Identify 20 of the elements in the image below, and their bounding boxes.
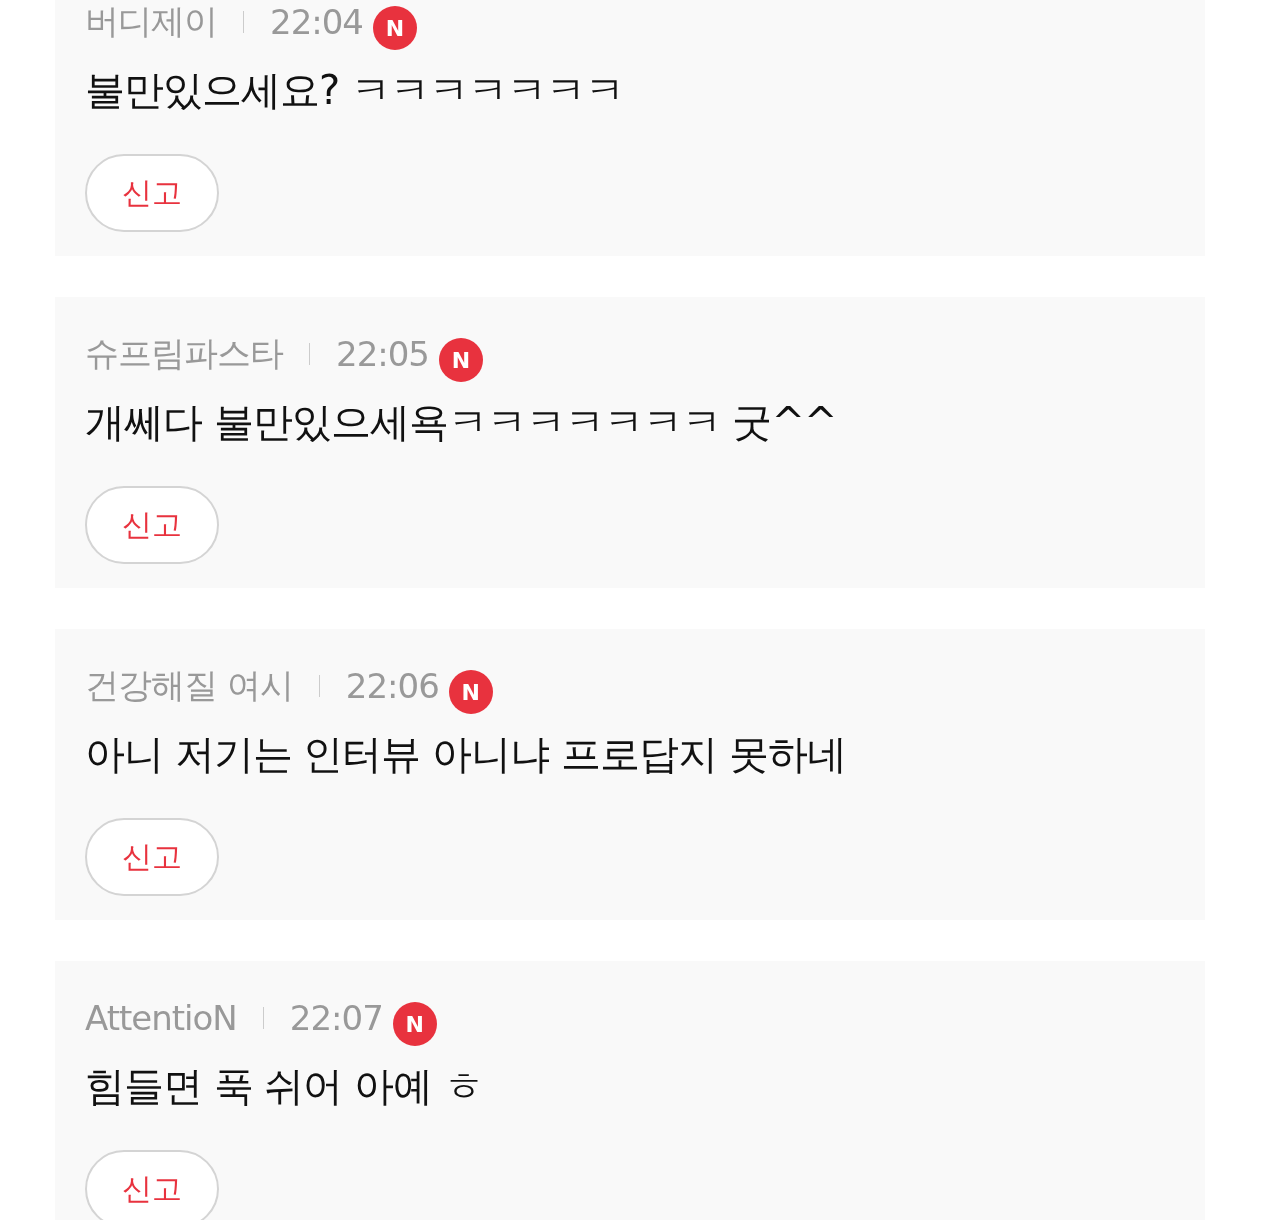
new-badge: N — [373, 6, 417, 50]
comment-time: 22:07 — [289, 998, 383, 1038]
comment-author: 버디제이 — [85, 0, 217, 43]
new-badge: N — [448, 670, 493, 714]
comment-time: 22:04 — [270, 2, 363, 42]
comment-text: 힘들면 푹 쉬어 아예 ㅎ — [85, 1062, 484, 1111]
comment-author: 건강해질 여시 — [85, 664, 293, 707]
new-badge: N — [392, 1002, 437, 1046]
comment-time: 22:06 — [345, 666, 439, 706]
report-button[interactable]: 신고 — [85, 1150, 219, 1220]
report-button[interactable]: 신고 — [85, 818, 219, 896]
report-button[interactable]: 신고 — [85, 154, 219, 232]
comment-text: 아니 저기는 인터뷰 아니냐 프로답지 못하네 — [85, 730, 847, 779]
report-button[interactable]: 신고 — [85, 486, 219, 564]
comment-author: 슈프림파스타 — [85, 332, 283, 375]
comment-author: AttentioN — [85, 998, 237, 1038]
comment-text: 불만있으세요? ㅋㅋㅋㅋㅋㅋㅋ — [85, 66, 625, 115]
comment-text: 개쎄다 불만있으세욕ㅋㅋㅋㅋㅋㅋㅋ 굿^^ — [85, 398, 838, 447]
comment-time: 22:05 — [336, 334, 429, 374]
new-badge: N — [439, 338, 483, 382]
